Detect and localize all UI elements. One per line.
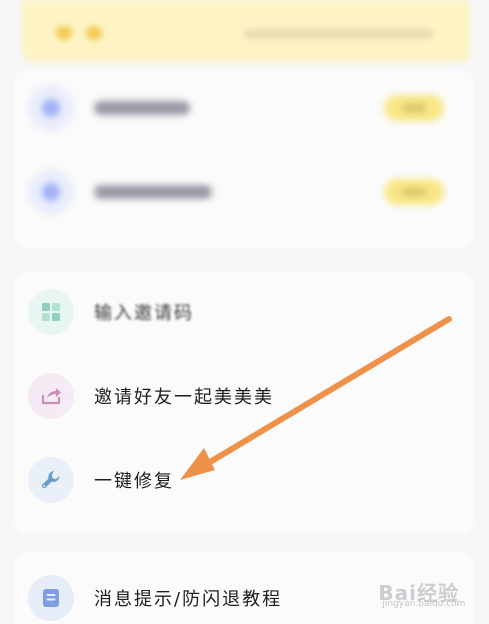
annotation-arrow-icon [180,316,452,480]
app-screen: 输入邀请码 邀请好友一起美美美 一键修复 消息提示/防闪退教程 Bai经验 ji… [0,0,489,624]
